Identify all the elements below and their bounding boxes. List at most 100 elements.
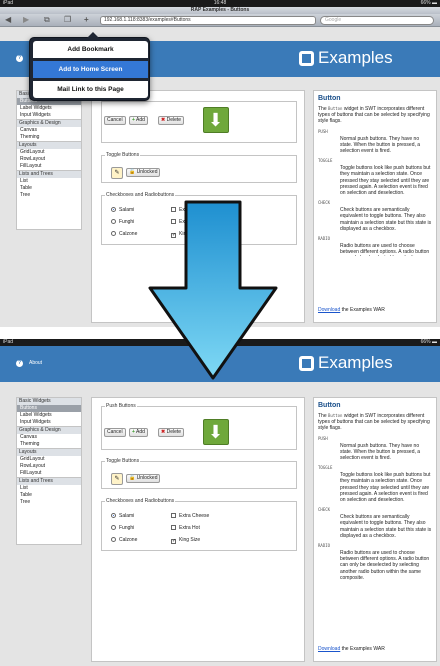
plus-icon: +: [132, 429, 135, 435]
add-button[interactable]: + Add: [129, 116, 148, 125]
lock-icon: 🔓: [129, 475, 136, 481]
sidebar-category[interactable]: Layouts: [17, 141, 81, 149]
toggle-icon-button[interactable]: ✎: [111, 167, 123, 179]
cancel-button[interactable]: Cancel: [104, 116, 126, 125]
sidebar-item-gridlayout[interactable]: GridLayout: [17, 149, 81, 156]
doc-definition: Toggle buttons look like push buttons bu…: [340, 165, 431, 197]
radio-calzone[interactable]: Calzone: [111, 537, 137, 544]
download-big-button[interactable]: ⬇: [203, 419, 229, 445]
mail-link-menu-item[interactable]: Mail Link to this Page: [33, 81, 148, 98]
checkbox-king-size[interactable]: ✓King Size: [171, 537, 200, 544]
toggle-icon-button[interactable]: ✎: [111, 473, 123, 485]
clock: 16:48: [213, 0, 227, 6]
doc-panel: Button The Button widget in SWT incorpor…: [313, 90, 437, 323]
browser-toolbar: ◀ ▶ ⧉ ❐ + 192.168.1.118:8383/examples#Bu…: [0, 14, 440, 27]
sidebar-item-gridlayout[interactable]: GridLayout: [17, 456, 81, 463]
doc-term: CHECK: [318, 507, 331, 513]
doc-definition: Normal push buttons. They have no state.…: [340, 442, 421, 462]
group-legend: Push Buttons: [105, 403, 137, 410]
delete-button[interactable]: ✖ Delete: [158, 116, 185, 125]
add-bookmark-menu-item[interactable]: Add Bookmark: [33, 41, 148, 58]
checkbox-radio-group: Checkboxes and Radiobuttons Salami Fungh…: [101, 498, 297, 551]
unlocked-toggle-button[interactable]: 🔓 Unlocked: [126, 474, 161, 483]
search-input[interactable]: Google: [320, 16, 434, 25]
doc-term: RADIO: [318, 236, 331, 242]
radio-funghi[interactable]: Funghi: [111, 525, 134, 532]
sidebar-category[interactable]: Lists and Trees: [17, 477, 81, 485]
sidebar-item-table[interactable]: Table: [17, 185, 81, 192]
sidebar-item-filllayout[interactable]: FillLayout: [17, 470, 81, 477]
sidebar-item-label-widgets[interactable]: Label Widgets: [17, 105, 81, 112]
download-big-button[interactable]: ⬇: [203, 107, 229, 133]
add-button[interactable]: + Add: [129, 428, 148, 437]
sidebar-item-list[interactable]: List: [17, 178, 81, 185]
bookmarks-icon[interactable]: ❐: [64, 15, 71, 25]
download-line: Download the Examples WAR: [318, 307, 385, 313]
cancel-button[interactable]: Cancel: [104, 428, 126, 437]
sidebar-item-buttons[interactable]: Buttons: [17, 405, 81, 412]
sidebar-item-input-widgets[interactable]: Input Widgets: [17, 112, 81, 119]
sidebar-category[interactable]: Graphics & Design: [17, 426, 81, 434]
sidebar-item-label-widgets[interactable]: Label Widgets: [17, 412, 81, 419]
sidebar-category[interactable]: Basic Widgets: [17, 398, 81, 405]
sidebar-item-filllayout[interactable]: FillLayout: [17, 163, 81, 170]
sidebar: Basic Widgets Buttons Label Widgets Inpu…: [16, 90, 82, 230]
radio-calzone[interactable]: Calzone: [111, 231, 137, 238]
x-icon: ✖: [161, 429, 166, 435]
radio-salami[interactable]: Salami: [111, 207, 134, 214]
sidebar: Basic Widgets Buttons Label Widgets Inpu…: [16, 397, 82, 545]
sidebar-item-rowlayout[interactable]: RowLayout: [17, 156, 81, 163]
sidebar-item-rowlayout[interactable]: RowLayout: [17, 463, 81, 470]
doc-term: PUSH: [318, 128, 328, 134]
battery-indicator: 66% ▬: [420, 0, 437, 6]
add-plus-icon[interactable]: +: [84, 15, 89, 25]
doc-term: PUSH: [318, 435, 328, 441]
transition-arrow-icon: [148, 200, 278, 380]
sidebar-item-input-widgets[interactable]: Input Widgets: [17, 419, 81, 426]
toggle-buttons-group: Toggle Buttons ✎ 🔓 Unlocked: [101, 152, 297, 183]
doc-term: TOGGLE: [318, 465, 333, 471]
sidebar-item-tree[interactable]: Tree: [17, 192, 81, 199]
back-icon[interactable]: ◀: [5, 15, 11, 25]
sidebar-category[interactable]: Layouts: [17, 448, 81, 456]
doc-definition: Check buttons are semantically equivalen…: [340, 207, 432, 232]
sidebar-category[interactable]: Lists and Trees: [17, 170, 81, 178]
radio-salami[interactable]: Salami: [111, 513, 134, 520]
checkbox-extra-cheese[interactable]: Extra Cheese: [171, 513, 209, 520]
doc-intro: The Button widget in SWT incorporates di…: [318, 106, 430, 125]
content-panel: Push Buttons Cancel + Add ✖ Delete ⬇ Tog…: [91, 397, 305, 662]
sidebar-item-table[interactable]: Table: [17, 492, 81, 499]
radio-funghi[interactable]: Funghi: [111, 219, 134, 226]
info-icon[interactable]: ?: [16, 55, 23, 62]
plus-icon: +: [132, 117, 135, 123]
doc-title: Button: [318, 95, 341, 102]
download-arrow-icon: ⬇: [208, 422, 224, 442]
sidebar-item-canvas[interactable]: Canvas: [17, 127, 81, 134]
download-line: Download the Examples WAR: [318, 646, 385, 652]
doc-term: RADIO: [318, 543, 331, 549]
info-icon[interactable]: ?: [16, 360, 23, 367]
delete-button[interactable]: ✖ Delete: [158, 428, 185, 437]
download-link[interactable]: Download: [318, 646, 340, 652]
url-field[interactable]: 192.168.1.118:8383/examples#Buttons: [100, 16, 316, 25]
logo-text: Examples: [318, 353, 393, 372]
checkbox-extra-hot[interactable]: Extra Hot: [171, 525, 200, 532]
sidebar-item-list[interactable]: List: [17, 485, 81, 492]
sidebar-item-theming[interactable]: Theming: [17, 134, 81, 141]
sidebar-item-theming[interactable]: Theming: [17, 441, 81, 448]
doc-definition: Toggle buttons look like push buttons bu…: [340, 472, 431, 504]
group-legend: Checkboxes and Radiobuttons: [105, 498, 176, 505]
sidebar-item-tree[interactable]: Tree: [17, 499, 81, 506]
push-buttons-group: Push Buttons Cancel + Add ✖ Delete ⬇: [101, 403, 297, 450]
status-bar: iPad 16:48 66% ▬: [0, 0, 440, 7]
add-to-home-screen-menu-item[interactable]: Add to Home Screen: [33, 61, 148, 78]
sidebar-category[interactable]: Graphics & Design: [17, 119, 81, 127]
battery-indicator: 66% ▬: [420, 339, 437, 345]
download-link[interactable]: Download: [318, 307, 340, 313]
doc-term: TOGGLE: [318, 158, 333, 164]
unlocked-toggle-button[interactable]: 🔓 Unlocked: [126, 168, 161, 177]
tabs-icon[interactable]: ⧉: [44, 15, 50, 25]
forward-icon[interactable]: ▶: [23, 15, 29, 25]
sidebar-item-canvas[interactable]: Canvas: [17, 434, 81, 441]
about-link[interactable]: About: [29, 359, 42, 368]
